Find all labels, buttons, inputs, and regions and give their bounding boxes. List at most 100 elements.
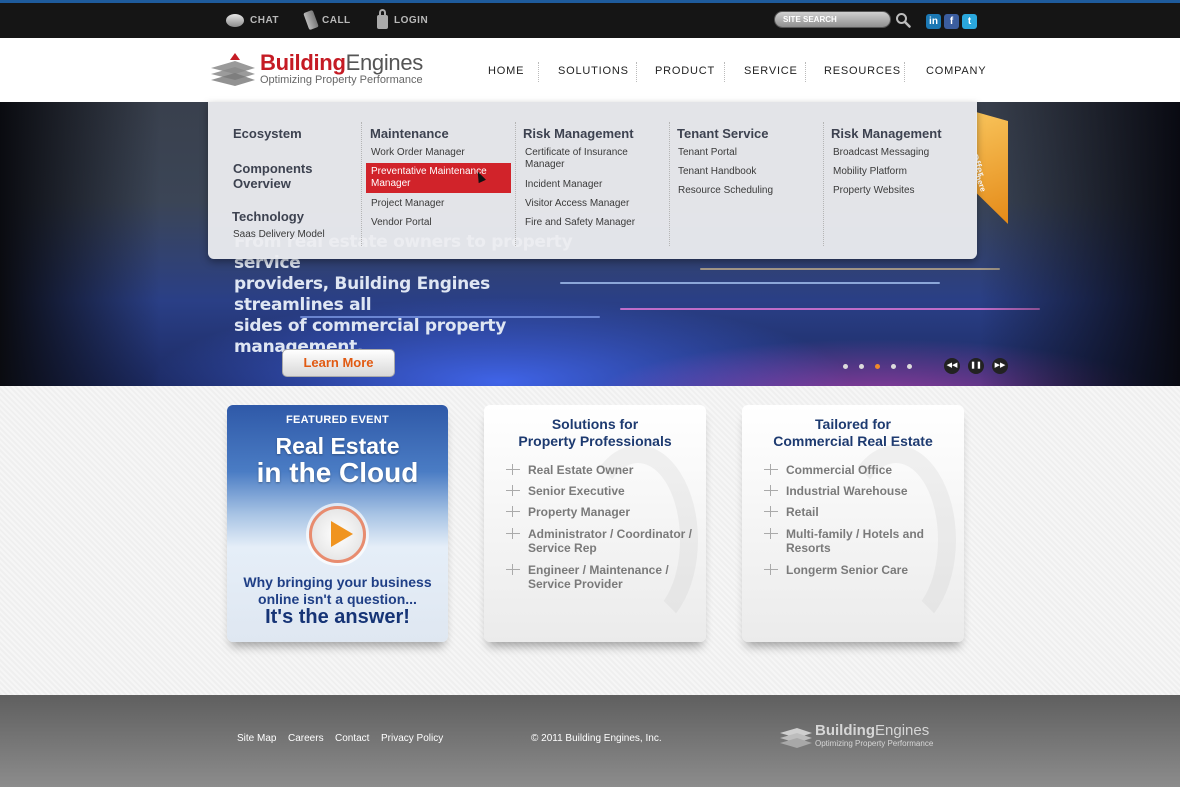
chat-label: CHAT (250, 14, 280, 26)
nav-home[interactable]: HOME (488, 65, 524, 79)
play-icon[interactable] (309, 506, 366, 563)
footer-copyright: © 2011 Building Engines, Inc. (531, 733, 662, 744)
search-icon[interactable] (895, 12, 911, 28)
linkedin-icon[interactable]: in (926, 14, 941, 29)
logo[interactable]: BuildingEngines Optimizing Property Perf… (260, 51, 423, 87)
slide-dot-5[interactable] (907, 364, 912, 369)
list-item-property-manager[interactable]: Property Manager (506, 505, 701, 519)
pause-icon[interactable]: ❚❚ (968, 358, 984, 374)
slide-dot-3[interactable] (875, 364, 880, 369)
featured-kicker: FEATURED EVENT (285, 414, 389, 426)
menu-item-preventative-maintenance[interactable]: Preventative Maintenance Manager (366, 163, 511, 193)
tailored-card: Tailored for Commercial Real Estate Comm… (742, 405, 964, 642)
list-item-senior-care[interactable]: Longerm Senior Care (764, 563, 959, 577)
footer-logo-tagline: Optimizing Property Performance (815, 739, 934, 748)
footer-link-contact[interactable]: Contact (335, 733, 369, 744)
logo-name: BuildingEngines (260, 51, 423, 75)
learn-more-button[interactable]: Learn More (282, 349, 395, 377)
menu-item-resource-scheduling[interactable]: Resource Scheduling (678, 185, 773, 197)
featured-subtitle-line: Why bringing your business (243, 574, 432, 590)
card-title-line: Solutions for (551, 416, 639, 432)
menu-components-overview[interactable]: Components Overview (233, 161, 333, 191)
menu-divider (669, 122, 670, 246)
featured-event-card[interactable]: FEATURED EVENT Real Estate in the Cloud … (227, 405, 448, 642)
menu-item-property-websites[interactable]: Property Websites (833, 185, 915, 197)
menu-item-visitor-access[interactable]: Visitor Access Manager (525, 198, 629, 210)
list-item-senior-executive[interactable]: Senior Executive (506, 484, 701, 498)
logo-name-part2: Engines (345, 50, 424, 75)
footer-logo-part1: Building (815, 722, 875, 739)
list-item-administrator[interactable]: Administrator / Coordinator / Service Re… (506, 527, 701, 555)
card-title-line: Tailored for (815, 416, 891, 432)
login-link[interactable]: LOGIN (377, 9, 428, 29)
footer-logo-part2: Engines (875, 722, 930, 739)
menu-item-fire-safety[interactable]: Fire and Safety Manager (525, 217, 635, 229)
fast-forward-icon[interactable]: ▶▶ (992, 358, 1008, 374)
search-input[interactable] (774, 11, 891, 28)
logo-mark-icon[interactable] (208, 50, 258, 90)
menu-item-tenant-portal[interactable]: Tenant Portal (678, 147, 737, 159)
menu-divider (823, 122, 824, 246)
menu-maintenance[interactable]: Maintenance (370, 126, 449, 141)
nav-service[interactable]: SERVICE (744, 65, 798, 79)
list-item-commercial-office[interactable]: Commercial Office (764, 463, 959, 477)
menu-ecosystem[interactable]: Ecosystem (233, 126, 302, 141)
menu-item-tenant-handbook[interactable]: Tenant Handbook (678, 166, 756, 178)
hero-vignette-right (980, 102, 1180, 386)
nav-divider (538, 62, 539, 82)
nav-divider (724, 62, 725, 82)
nav-solutions[interactable]: SOLUTIONS (558, 65, 629, 79)
card-title-line: Commercial Real Estate (773, 433, 933, 449)
top-bar (0, 0, 1180, 38)
twitter-icon[interactable]: t (962, 14, 977, 29)
nav-company[interactable]: COMPANY (926, 65, 986, 79)
menu-item-project-manager[interactable]: Project Manager (371, 198, 444, 210)
slide-dot-1[interactable] (843, 364, 848, 369)
solutions-card: Solutions for Property Professionals Rea… (484, 405, 706, 642)
nav-product[interactable]: PRODUCT (655, 65, 715, 79)
footer-link-privacy[interactable]: Privacy Policy (381, 733, 443, 744)
nav-divider (904, 62, 905, 82)
hero-line: providers, Building Engines streamlines … (234, 274, 490, 315)
nav-divider (805, 62, 806, 82)
tailored-card-title: Tailored for Commercial Real Estate (742, 416, 964, 450)
menu-item-work-order[interactable]: Work Order Manager (371, 147, 465, 159)
call-label: CALL (322, 14, 351, 26)
list-item-industrial-warehouse[interactable]: Industrial Warehouse (764, 484, 959, 498)
list-item-engineer[interactable]: Engineer / Maintenance / Service Provide… (506, 563, 701, 591)
footer-link-sitemap[interactable]: Site Map (237, 733, 276, 744)
light-streak (700, 268, 1000, 270)
menu-risk-management-2[interactable]: Risk Management (831, 126, 942, 141)
menu-risk-management[interactable]: Risk Management (523, 126, 634, 141)
menu-item-mobility-platform[interactable]: Mobility Platform (833, 166, 907, 178)
footer-logo-mark-icon (780, 728, 812, 748)
hero-vignette-left (0, 102, 160, 386)
solutions-card-title: Solutions for Property Professionals (484, 416, 706, 450)
slide-dot-4[interactable] (891, 364, 896, 369)
logo-tagline: Optimizing Property Performance (260, 74, 423, 86)
list-item-real-estate-owner[interactable]: Real Estate Owner (506, 463, 701, 477)
menu-item-broadcast-messaging[interactable]: Broadcast Messaging (833, 147, 929, 159)
nav-resources[interactable]: RESOURCES (824, 65, 901, 79)
menu-tenant-service[interactable]: Tenant Service (677, 126, 769, 141)
featured-title-line1: Real Estate (275, 433, 400, 459)
featured-subtitle: Why bringing your business online isn't … (227, 574, 448, 608)
menu-item-saas[interactable]: Saas Delivery Model (233, 229, 325, 241)
list-item-multi-family[interactable]: Multi-family / Hotels and Resorts (764, 527, 959, 555)
footer-link-careers[interactable]: Careers (288, 733, 324, 744)
menu-item-vendor-portal[interactable]: Vendor Portal (371, 217, 432, 229)
footer-logo[interactable]: BuildingEngines Optimizing Property Perf… (815, 722, 934, 749)
chat-link[interactable]: CHAT (226, 11, 279, 29)
menu-divider (361, 122, 362, 246)
lock-icon (377, 9, 388, 29)
card-title-line: Property Professionals (518, 433, 672, 449)
menu-item-certificate-insurance[interactable]: Certificate of Insurance Manager (525, 147, 655, 171)
menu-technology[interactable]: Technology (232, 209, 304, 224)
rewind-icon[interactable]: ◀◀ (944, 358, 960, 374)
slide-dot-2[interactable] (859, 364, 864, 369)
call-link[interactable]: CALL (303, 9, 351, 31)
facebook-icon[interactable]: f (944, 14, 959, 29)
nav-divider (636, 62, 637, 82)
menu-item-incident-manager[interactable]: Incident Manager (525, 179, 602, 191)
list-item-retail[interactable]: Retail (764, 505, 959, 519)
